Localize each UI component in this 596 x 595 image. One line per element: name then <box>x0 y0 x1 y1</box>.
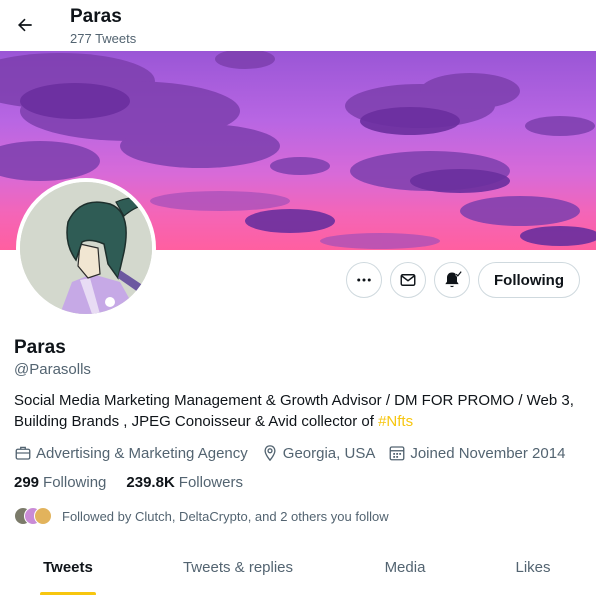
tweet-count: 277 Tweets <box>70 31 137 46</box>
followers-link[interactable]: 239.8K Followers <box>126 474 243 491</box>
following-link[interactable]: 299 Following <box>14 474 106 491</box>
profile-avatar[interactable] <box>16 178 156 318</box>
mutual-avatar <box>34 507 52 525</box>
profile-name: Paras <box>14 337 66 358</box>
profile-joined: Joined November 2014 <box>388 444 565 462</box>
profile-category: Advertising & Marketing Agency <box>14 444 248 462</box>
briefcase-icon <box>15 446 31 460</box>
followers-count: 239.8K <box>126 474 175 491</box>
top-header: Paras 277 Tweets <box>0 0 596 50</box>
tab-media[interactable]: Media <box>364 545 446 595</box>
header-title: Paras <box>70 6 122 27</box>
mutual-avatars <box>14 506 54 526</box>
profile-tabs: Tweets Tweets & replies Media Likes <box>0 545 596 595</box>
following-button[interactable]: Following <box>478 262 580 298</box>
profile-meta: Advertising & Marketing Agency Georgia, … <box>14 443 578 463</box>
more-horizontal-icon <box>357 278 371 282</box>
avatar-image <box>20 182 152 314</box>
arrow-left-icon <box>18 18 32 32</box>
profile-handle: @Parasolls <box>14 361 91 378</box>
more-button[interactable] <box>346 262 382 298</box>
followed-by-row[interactable]: Followed by Clutch, DeltaCrypto, and 2 o… <box>14 505 389 527</box>
back-button[interactable] <box>8 8 42 42</box>
category-label: Advertising & Marketing Agency <box>36 444 248 462</box>
followers-label: Followers <box>178 474 243 491</box>
bio-text: Social Media Marketing Management & Grow… <box>14 392 574 430</box>
profile-location: Georgia, USA <box>261 444 376 462</box>
follow-stats: 299 Following 239.8K Followers <box>14 474 263 491</box>
tab-likes[interactable]: Likes <box>496 545 570 595</box>
followed-by-text: Followed by Clutch, DeltaCrypto, and 2 o… <box>62 508 389 524</box>
profile-bio: Social Media Marketing Management & Grow… <box>14 390 589 432</box>
tab-tweets-replies[interactable]: Tweets & replies <box>163 545 313 595</box>
calendar-icon <box>389 446 405 461</box>
tab-label: Media <box>384 559 426 576</box>
notifications-button[interactable] <box>434 262 470 298</box>
bio-hashtag-link[interactable]: #Nfts <box>378 413 413 430</box>
envelope-icon <box>400 274 416 286</box>
joined-label: Joined November 2014 <box>410 444 566 462</box>
tab-label: Tweets <box>43 559 93 576</box>
map-pin-icon <box>264 445 276 462</box>
tab-label: Tweets & replies <box>182 559 294 576</box>
tab-tweets[interactable]: Tweets <box>18 545 118 595</box>
message-button[interactable] <box>390 262 426 298</box>
following-count: 299 <box>14 474 40 491</box>
location-label: Georgia, USA <box>282 444 376 462</box>
bell-check-icon <box>445 270 462 288</box>
tab-label: Likes <box>515 559 551 576</box>
following-label: Following <box>43 474 107 491</box>
